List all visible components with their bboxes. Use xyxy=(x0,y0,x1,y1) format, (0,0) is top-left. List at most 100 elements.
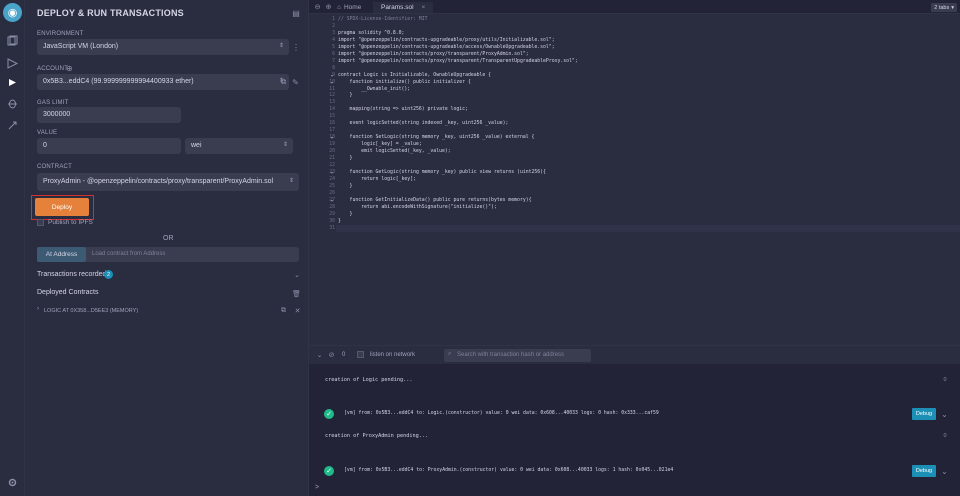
code-line: } xyxy=(338,211,353,217)
value-input[interactable]: 0 xyxy=(37,138,181,154)
publish-checkbox[interactable] xyxy=(37,219,44,226)
settings-gear-icon[interactable] xyxy=(4,474,21,491)
log-line[interactable]: [vm] from: 0x5B3...eddC4 to: ProxyAdmin.… xyxy=(344,468,673,473)
add-account-icon[interactable]: ⊕ xyxy=(65,64,74,73)
line-number: 4 xyxy=(332,37,335,43)
trash-icon[interactable]: 🗑 xyxy=(292,289,301,298)
line-number: 25 xyxy=(329,183,335,189)
copy-icon[interactable]: ⧉ xyxy=(279,306,288,315)
zoom-out-icon[interactable]: ⊖ xyxy=(313,2,322,12)
sign-message-icon[interactable]: ✎ xyxy=(291,77,300,87)
terminal-panel: ⌄ ⊘ 0 listen on network ⌕ Search with tr… xyxy=(309,345,960,496)
copy-address-icon[interactable]: ⧉ xyxy=(279,77,288,87)
more-options-icon[interactable]: ⋮ xyxy=(292,42,300,52)
tab-close-icon[interactable]: × xyxy=(422,4,426,11)
code-line: import "@openzeppelin/contracts/proxy/tr… xyxy=(338,58,578,64)
code-editor[interactable]: // SPDX-License-Identifier: MIT pragma so… xyxy=(336,14,960,345)
terminal-prompt[interactable]: > xyxy=(315,484,319,491)
search-placeholder: Search with transaction hash or address xyxy=(457,352,565,358)
tabs-count-value: 2 tabs xyxy=(934,4,950,11)
line-number: 26 xyxy=(329,190,335,196)
transactions-recorded-label: Transactions recorded xyxy=(37,271,107,278)
plugin-manager-icon[interactable] xyxy=(4,117,21,134)
line-number: 8 xyxy=(332,65,335,71)
debugger-icon[interactable] xyxy=(4,95,21,112)
code-line: } xyxy=(338,93,353,99)
line-number: 11 xyxy=(329,86,335,92)
debug-button[interactable]: Debug xyxy=(912,408,936,420)
tab-home-label: Home xyxy=(343,4,362,11)
chevron-down-icon[interactable]: ⌄ xyxy=(940,466,949,476)
tab-home[interactable]: ⌂ Home xyxy=(337,2,361,13)
line-number: 21 xyxy=(329,156,335,161)
active-line-highlight xyxy=(336,225,960,232)
line-number: 6 xyxy=(332,51,335,57)
deploy-run-icon[interactable] xyxy=(4,74,21,91)
line-number: 9 xyxy=(332,72,335,78)
code-line: import "@openzeppelin/contracts-upgradea… xyxy=(338,44,555,50)
line-number: 23 xyxy=(329,169,335,175)
code-line: import "@openzeppelin/contracts-upgradea… xyxy=(338,37,555,43)
line-number: 19 xyxy=(329,142,335,148)
success-check-icon: ✓ xyxy=(324,409,334,419)
file-explorer-icon[interactable] xyxy=(4,32,21,49)
line-number: 22 xyxy=(329,162,335,168)
value-unit: wei xyxy=(191,142,202,149)
environment-value: JavaScript VM (London) xyxy=(43,43,119,50)
code-line: function initialize() public initializer… xyxy=(338,79,471,85)
docs-icon[interactable]: ▤ xyxy=(291,8,301,18)
expand-chevron-icon[interactable]: › xyxy=(37,306,40,312)
debug-button[interactable]: Debug xyxy=(912,465,936,477)
code-line: } xyxy=(338,156,353,161)
transactions-count-badge: 2 xyxy=(104,270,113,279)
line-number: 14 xyxy=(329,107,335,113)
fold-arrow-icon[interactable]: ▾ xyxy=(331,73,333,78)
at-address-button[interactable]: At Address xyxy=(37,247,86,262)
chevron-down-icon[interactable]: ⌄ xyxy=(940,409,949,419)
tabs-count-select[interactable]: 2 tabs ▾ xyxy=(931,3,957,12)
environment-select[interactable]: JavaScript VM (London) ⇕ xyxy=(37,39,289,55)
code-line: contract Logic is Initializable, Ownable… xyxy=(338,72,492,78)
code-line: import "@openzeppelin/contracts/proxy/tr… xyxy=(338,51,529,57)
zoom-in-icon[interactable]: ⊕ xyxy=(324,2,333,12)
editor-area: ⊖ ⊕ ⌂ Home Params.sol × 2 tabs ▾ 1234567… xyxy=(309,0,960,345)
remix-logo-icon[interactable]: ◉ xyxy=(3,3,22,22)
fold-arrow-icon[interactable]: ▾ xyxy=(331,170,333,175)
fold-arrow-icon[interactable]: ▾ xyxy=(331,135,333,140)
line-number: 31 xyxy=(329,225,335,231)
fold-arrow-icon[interactable]: ▾ xyxy=(331,80,333,85)
line-number: 15 xyxy=(329,114,335,120)
clear-console-icon[interactable]: ⊘ xyxy=(327,350,336,360)
select-arrows-icon: ⇕ xyxy=(278,43,284,49)
line-number: 12 xyxy=(329,93,335,99)
contract-select[interactable]: ProxyAdmin - @openzeppelin/contracts/pro… xyxy=(37,173,299,191)
code-line: event logicSetted(string indexed _key, u… xyxy=(338,121,509,127)
fold-arrow-icon[interactable]: ▾ xyxy=(331,198,333,203)
chevron-down-icon[interactable]: ⌄ xyxy=(315,350,324,360)
value-unit-select[interactable]: wei ⇕ xyxy=(185,138,293,154)
tx-search-input[interactable]: ⌕ Search with transaction hash or addres… xyxy=(444,349,591,362)
line-number: 5 xyxy=(332,44,335,50)
compiler-icon[interactable] xyxy=(4,55,21,72)
home-icon: ⌂ xyxy=(337,4,341,11)
chevron-down-icon[interactable]: ⌄ xyxy=(293,270,301,279)
pending-tx-count: 0 xyxy=(342,352,346,358)
load-address-input[interactable]: Load contract from Address xyxy=(86,247,299,262)
deploy-button[interactable]: Deploy xyxy=(35,198,89,216)
log-count: 0 xyxy=(943,377,947,383)
terminal-toolbar: ⌄ ⊘ 0 listen on network ⌕ Search with tr… xyxy=(309,346,960,364)
deployed-contract-item[interactable]: LOGIC AT 0X358...D5EE3 (MEMORY) xyxy=(44,308,138,314)
line-number: 7 xyxy=(332,58,335,64)
tab-params-sol[interactable]: Params.sol × xyxy=(373,2,433,13)
deploy-run-panel: DEPLOY & RUN TRANSACTIONS ▤ ENVIRONMENT … xyxy=(25,0,309,496)
select-arrows-icon: ⇕ xyxy=(282,142,288,148)
gas-limit-input[interactable]: 3000000 xyxy=(37,107,181,123)
account-select[interactable]: 0x5B3...eddC4 (99.999999999994400933 eth… xyxy=(37,74,289,90)
line-number: 24 xyxy=(329,176,335,182)
log-line: creation of Logic pending... xyxy=(325,377,413,383)
code-line: __Ownable_init(); xyxy=(338,86,411,92)
close-icon[interactable]: ✕ xyxy=(293,306,302,315)
listen-checkbox[interactable] xyxy=(357,351,364,358)
line-number: 2 xyxy=(332,23,335,29)
log-line[interactable]: [vm] from: 0x5B3...eddC4 to: Logic.(cons… xyxy=(344,411,659,416)
